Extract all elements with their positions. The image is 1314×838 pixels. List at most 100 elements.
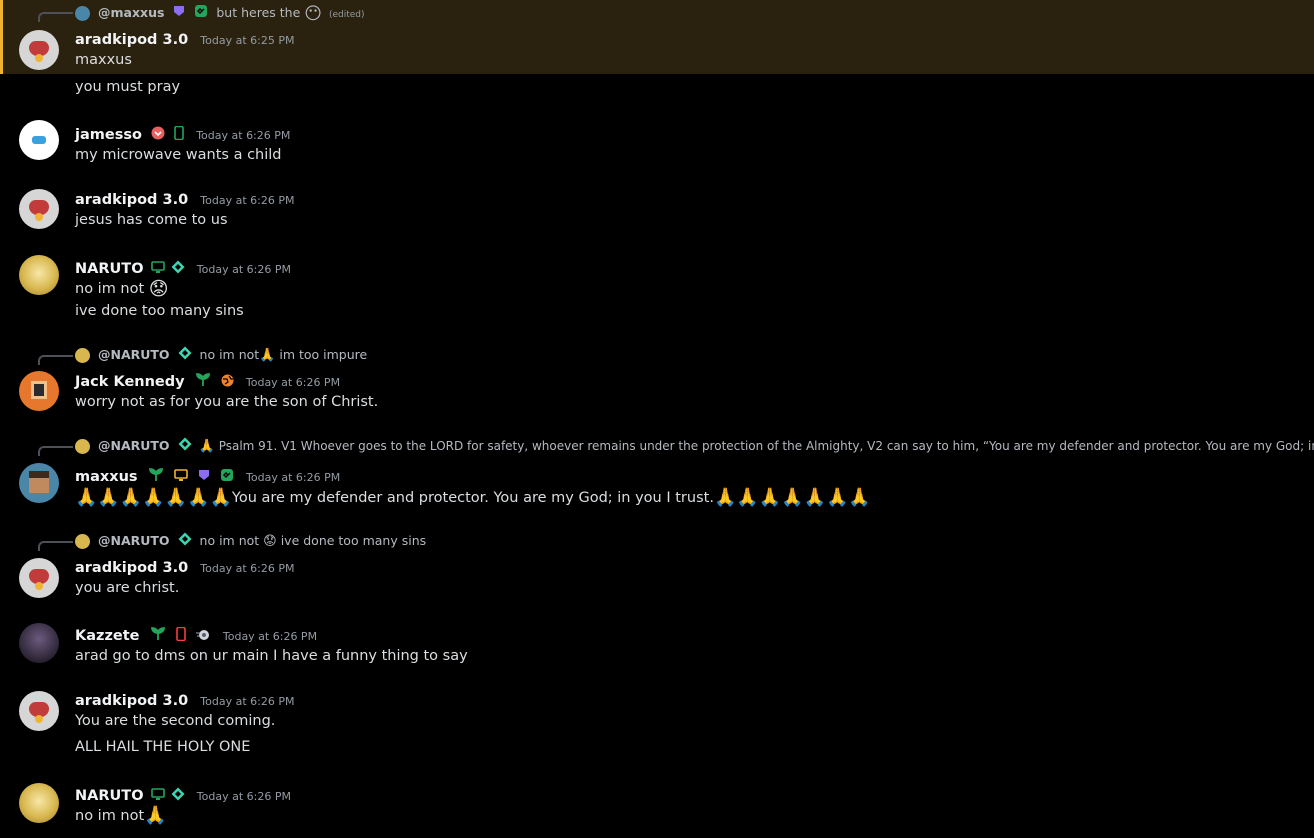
- reply-text: ive done too many sins: [280, 533, 427, 548]
- username[interactable]: jamesso: [75, 127, 142, 143]
- message-content: Jack Kennedy Today at 6:26 PM worry not …: [75, 371, 378, 413]
- reply-avatar: [75, 348, 90, 363]
- message-content: you must pray: [75, 76, 180, 98]
- message-content: aradkipod 3.0 Today at 6:25 PM maxxus: [75, 29, 294, 71]
- reply-username[interactable]: @NARUTO: [98, 533, 170, 548]
- message-text: no im not: [75, 808, 145, 824]
- message-text-line: no im not🙏: [75, 805, 291, 827]
- guild-tag-icon: [178, 532, 192, 550]
- reply-spine: [38, 355, 73, 365]
- message-text: You are the second coming.: [75, 713, 276, 729]
- reply-text: Psalm 91. V1 Whoever goes to the LORD fo…: [218, 439, 1314, 453]
- reply-avatar: [75, 534, 90, 549]
- mobile-status-icon: [175, 626, 186, 646]
- message-text: you are christ.: [75, 580, 180, 596]
- message-text: ive done too many sins: [75, 303, 244, 319]
- guild-tag-icon: [171, 259, 185, 279]
- message-text: maxxus: [75, 52, 132, 68]
- praying-hands-icon: 🙏: [259, 347, 276, 363]
- nitro-badge-icon: [172, 4, 186, 22]
- message-content: Kazzete Today at 6:26 PM arad go to dms …: [75, 625, 468, 667]
- avatar[interactable]: [19, 463, 59, 503]
- guild-tag-icon: [178, 437, 192, 455]
- username[interactable]: Kazzete: [75, 628, 140, 644]
- avatar[interactable]: [19, 558, 59, 598]
- reply-preview[interactable]: @NARUTO no im not 😟 ive done too many si…: [75, 532, 1314, 550]
- chat-message-list: @maxxus but heres the 😶 (edited) aradkip…: [0, 0, 1314, 838]
- reply-spine: [38, 12, 73, 22]
- username[interactable]: maxxus: [75, 469, 138, 485]
- avatar[interactable]: [19, 623, 59, 663]
- neutral-face-icon: 😶: [304, 4, 322, 23]
- desktop-status-icon: [173, 467, 188, 487]
- avatar[interactable]: [19, 30, 59, 70]
- desktop-status-icon: [150, 786, 165, 806]
- message-content: aradkipod 3.0 Today at 6:26 PM You are t…: [75, 690, 294, 758]
- message-content: maxxus Today at 6:26 PM 🙏🙏🙏🙏🙏🙏🙏You are m…: [75, 466, 871, 510]
- praying-hands-icon: 🙏: [198, 438, 215, 454]
- username[interactable]: NARUTO: [75, 261, 144, 277]
- reply-text: im too impure: [279, 347, 368, 362]
- guild-tag-icon: [171, 786, 185, 806]
- timestamp: Today at 6:26 PM: [200, 194, 295, 207]
- reply-preview[interactable]: @NARUTO 🙏 Psalm 91. V1 Whoever goes to t…: [75, 437, 1314, 455]
- praying-hands-icon: 🙏🙏🙏🙏🙏🙏🙏: [713, 487, 871, 508]
- username[interactable]: aradkipod 3.0: [75, 560, 188, 576]
- reply-avatar: [75, 6, 90, 21]
- reply-username[interactable]: @NARUTO: [98, 438, 170, 453]
- frowning-face-icon: 😟: [263, 533, 277, 549]
- message-text: no im not: [75, 281, 145, 297]
- mobile-status-icon: [174, 125, 184, 145]
- message-group: @maxxus but heres the 😶 (edited) aradkip…: [0, 0, 1314, 74]
- avatar[interactable]: [19, 783, 59, 823]
- message-text: my microwave wants a child: [75, 147, 282, 163]
- username[interactable]: Jack Kennedy: [75, 374, 185, 390]
- username[interactable]: aradkipod 3.0: [75, 32, 188, 48]
- message-text: you must pray: [75, 79, 181, 95]
- message-content: jamesso Today at 6:26 PM my microwave wa…: [75, 124, 290, 166]
- avatar[interactable]: [19, 120, 59, 160]
- message-content: NARUTO Today at 6:26 PM no im not🙏: [75, 785, 291, 827]
- reply-spine: [38, 446, 73, 456]
- edited-label: (edited): [328, 10, 365, 20]
- message-text: arad go to dms on ur main I have a funny…: [75, 648, 468, 664]
- avatar[interactable]: [19, 371, 59, 411]
- sprout-badge-icon: [194, 371, 212, 392]
- timestamp: Today at 6:26 PM: [196, 263, 291, 276]
- reply-preview[interactable]: @maxxus but heres the 😶 (edited): [75, 4, 1314, 22]
- message-text: You are my defender and protector. You a…: [231, 490, 714, 506]
- username[interactable]: aradkipod 3.0: [75, 192, 188, 208]
- reply-text: no im not: [199, 533, 260, 548]
- message-content: aradkipod 3.0 Today at 6:26 PM jesus has…: [75, 189, 294, 231]
- timestamp: Today at 6:26 PM: [200, 695, 295, 708]
- message-text: jesus has come to us: [75, 212, 228, 228]
- globe-badge-icon: [221, 372, 234, 392]
- avatar[interactable]: [19, 691, 59, 731]
- username[interactable]: aradkipod 3.0: [75, 693, 188, 709]
- reply-preview[interactable]: @NARUTO no im not🙏 im too impure: [75, 346, 1314, 364]
- avatar[interactable]: [19, 189, 59, 229]
- reply-avatar: [75, 439, 90, 454]
- game-badge-icon: [194, 4, 208, 22]
- timestamp: Today at 6:26 PM: [196, 129, 291, 142]
- message-text: ALL HAIL THE HOLY ONE: [75, 739, 251, 755]
- timestamp: Today at 6:26 PM: [200, 562, 295, 575]
- username[interactable]: NARUTO: [75, 788, 144, 804]
- message-content: NARUTO Today at 6:26 PM no im not 😟 ive …: [75, 258, 291, 322]
- avatar[interactable]: [19, 255, 59, 295]
- message-text-line: no im not 😟: [75, 278, 291, 300]
- spiral-badge-icon: [195, 626, 211, 646]
- praying-hands-icon: 🙏: [144, 805, 167, 826]
- reply-username[interactable]: @maxxus: [98, 5, 164, 20]
- message-content: aradkipod 3.0 Today at 6:26 PM you are c…: [75, 557, 294, 599]
- timestamp: Today at 6:26 PM: [245, 376, 341, 389]
- message-text-line: 🙏🙏🙏🙏🙏🙏🙏You are my defender and protector…: [75, 486, 871, 510]
- reply-username[interactable]: @NARUTO: [98, 347, 170, 362]
- heart-badge-icon: [151, 125, 165, 145]
- desktop-status-icon: [150, 259, 165, 279]
- timestamp: Today at 6:26 PM: [246, 471, 341, 484]
- timestamp: Today at 6:26 PM: [222, 630, 318, 643]
- frowning-face-icon: 😟: [148, 278, 169, 300]
- game-badge-icon: [220, 467, 234, 487]
- reply-spine: [38, 541, 73, 551]
